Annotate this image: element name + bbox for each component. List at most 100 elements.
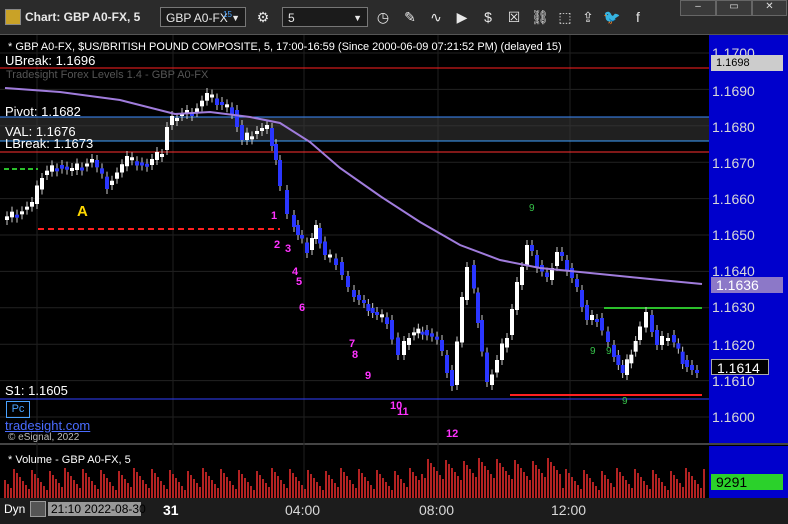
candle-body xyxy=(690,365,694,370)
candle-body xyxy=(328,254,332,258)
volume-bar xyxy=(586,474,588,498)
study-wave-icon[interactable]: ∿ xyxy=(426,7,446,27)
tag-icon[interactable]: ⬚ xyxy=(555,7,575,27)
chart-header: * GBP A0-FX, $US/BRITISH POUND COMPOSITE… xyxy=(8,41,562,53)
candle-body xyxy=(510,309,514,335)
share-icon[interactable]: ⇪ xyxy=(578,7,598,27)
volume-bar xyxy=(247,482,249,498)
volume-bar xyxy=(217,488,219,498)
volume-bar xyxy=(97,489,99,498)
time-tick: 12:00 xyxy=(551,502,587,518)
volume-bar xyxy=(265,483,267,498)
volume-bar xyxy=(343,472,345,498)
volume-bar xyxy=(55,479,57,498)
clock-icon[interactable]: ◷ xyxy=(373,7,393,27)
chevron-down-icon[interactable]: ▼ xyxy=(231,8,240,28)
volume-bar xyxy=(352,484,354,498)
candle-body xyxy=(346,276,350,287)
volume-bar xyxy=(523,472,525,498)
volume-bar xyxy=(121,475,123,498)
volume-bar xyxy=(271,468,273,498)
volume-bar xyxy=(187,471,189,498)
chart-canvas[interactable] xyxy=(0,35,788,524)
close-button[interactable]: ✕ xyxy=(752,0,787,16)
count-label: 11 xyxy=(397,406,409,418)
candle-body xyxy=(590,315,594,320)
volume-bar xyxy=(703,469,705,498)
dynamic-mode-label[interactable]: Dyn xyxy=(4,502,25,516)
draw-pencil-icon[interactable]: ✎ xyxy=(400,7,420,27)
value-area-band xyxy=(0,117,709,141)
volume-bar xyxy=(544,477,546,498)
tradesight-link[interactable]: tradesight.com xyxy=(5,418,90,433)
candle-body xyxy=(380,314,384,318)
dollar-icon[interactable]: $ xyxy=(478,7,498,27)
play-icon[interactable]: ▶ xyxy=(452,7,472,27)
volume-bar xyxy=(136,472,138,498)
candle-body xyxy=(230,107,234,114)
volume-bar xyxy=(46,490,48,498)
volume-bar xyxy=(115,490,117,498)
volume-bar xyxy=(166,489,168,498)
candle-body xyxy=(205,93,209,101)
volume-bar xyxy=(472,473,474,498)
lock-icon[interactable] xyxy=(30,501,46,517)
volume-bar xyxy=(673,475,675,498)
volume-bar xyxy=(40,482,42,498)
candle-body xyxy=(15,214,19,218)
volume-bar xyxy=(142,480,144,498)
volume-bar xyxy=(562,488,564,498)
price-cursor-button[interactable]: Pc xyxy=(6,401,30,418)
volume-bar xyxy=(667,490,669,498)
time-tick: 04:00 xyxy=(285,502,321,518)
chevron-down-icon[interactable]: ▼ xyxy=(353,8,362,28)
volume-bar xyxy=(178,482,180,498)
copyright-text: © eSignal, 2022 xyxy=(8,432,80,443)
candle-body xyxy=(650,315,654,332)
candle-body xyxy=(420,331,425,335)
twitter-icon[interactable]: 🐦 xyxy=(602,7,622,27)
volume-bar xyxy=(193,479,195,498)
volume-bar xyxy=(145,484,147,498)
candle-body xyxy=(95,160,99,168)
volume-bar xyxy=(382,478,384,498)
facebook-icon[interactable]: f xyxy=(628,7,648,27)
candle-body xyxy=(265,125,269,129)
close-box-icon[interactable]: ☒ xyxy=(504,7,524,27)
interval-field[interactable]: 5 ▼ xyxy=(282,7,368,27)
candle-body xyxy=(535,255,539,268)
candle-body xyxy=(210,94,214,98)
candle-body xyxy=(255,131,259,134)
volume-bar xyxy=(643,481,645,498)
symbol-field[interactable]: GBP A0-FX 15 ▼ xyxy=(160,7,246,27)
volume-bar xyxy=(13,469,15,498)
volume-bar xyxy=(292,473,294,498)
symbol-value: GBP A0-FX xyxy=(166,11,228,25)
lbreak-label: LBreak: 1.1673 xyxy=(5,136,94,151)
volume-bar xyxy=(130,487,132,498)
restore-button[interactable]: ▭ xyxy=(716,0,752,16)
candle-body xyxy=(370,308,375,313)
minimize-button[interactable]: – xyxy=(680,0,716,16)
volume-bar xyxy=(82,469,84,498)
volume-bar xyxy=(688,472,690,498)
candle-body xyxy=(672,335,676,343)
candle-body xyxy=(25,206,29,210)
volume-bar xyxy=(100,470,102,498)
candle-body xyxy=(115,172,119,179)
volume-bar xyxy=(226,477,228,498)
volume-bar xyxy=(619,472,621,498)
candle-body xyxy=(633,341,638,352)
link-icon[interactable]: ⛓ xyxy=(530,7,550,27)
candle-body xyxy=(595,319,599,322)
candle-body xyxy=(390,320,394,340)
candle-body xyxy=(110,180,114,185)
volume-bar xyxy=(463,461,465,498)
candle-body xyxy=(274,144,278,160)
candle-body xyxy=(465,267,469,300)
volume-bar xyxy=(223,473,225,498)
interval-settings-icon[interactable]: ⚙ xyxy=(253,7,273,27)
volume-bar xyxy=(613,487,615,498)
candle-body xyxy=(60,165,64,169)
volume-bar xyxy=(181,486,183,498)
